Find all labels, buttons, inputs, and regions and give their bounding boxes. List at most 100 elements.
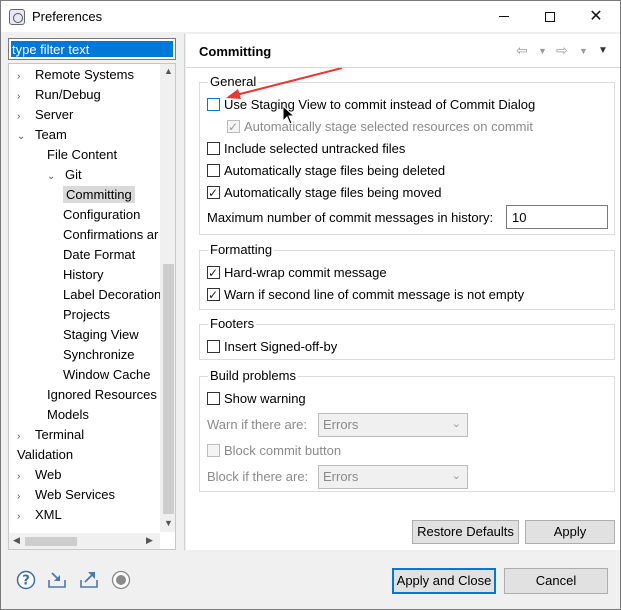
scroll-down-icon[interactable]: ▼ bbox=[164, 518, 173, 528]
restore-defaults-button[interactable]: Restore Defaults bbox=[412, 520, 519, 544]
chevron-right-icon[interactable]: › bbox=[17, 487, 27, 507]
import-icon[interactable] bbox=[47, 570, 67, 590]
hard-wrap-checkbox[interactable] bbox=[207, 263, 220, 283]
signed-off-label: Insert Signed-off-by bbox=[224, 339, 338, 354]
show-warning-checkbox[interactable] bbox=[207, 392, 220, 405]
tree-item[interactable]: Projects bbox=[63, 305, 110, 325]
tree-item-label: Staging View bbox=[63, 327, 139, 342]
warn-level-value: Errors bbox=[323, 417, 359, 432]
include-untracked-label: Include selected untracked files bbox=[224, 141, 406, 156]
svg-text:?: ? bbox=[22, 574, 30, 589]
chevron-right-icon[interactable]: › bbox=[17, 467, 27, 487]
annotation-arrow bbox=[226, 68, 343, 99]
scroll-left-icon[interactable]: ◀ bbox=[13, 535, 20, 546]
back-menu-chevron-icon[interactable]: ▼ bbox=[538, 46, 547, 56]
close-button[interactable]: ✕ bbox=[573, 1, 619, 32]
back-arrow-icon[interactable]: ⇦ bbox=[516, 42, 528, 59]
tree-item[interactable]: Label Decoration bbox=[63, 285, 161, 305]
tree-item-label: Terminal bbox=[35, 427, 85, 442]
tree-item-label: Configuration bbox=[63, 207, 141, 222]
tree-item-label: Team bbox=[35, 127, 67, 142]
hard-wrap-label: Hard-wrap commit message bbox=[224, 265, 387, 280]
forward-menu-chevron-icon[interactable]: ▼ bbox=[579, 46, 588, 56]
tree-item[interactable]: Validation bbox=[17, 445, 73, 465]
tree-item[interactable]: History bbox=[63, 265, 103, 285]
tree-item[interactable]: Models bbox=[47, 405, 89, 425]
tree-vertical-scrollbar[interactable]: ▲ ▼ bbox=[160, 64, 175, 532]
tree-item[interactable]: ⌄ Team bbox=[17, 125, 67, 145]
chevron-right-icon[interactable]: › bbox=[17, 427, 27, 447]
chevron-right-icon[interactable]: › bbox=[17, 507, 27, 527]
horizontal-scroll-thumb[interactable] bbox=[25, 537, 77, 546]
help-icon[interactable]: ? bbox=[16, 570, 36, 590]
vertical-scroll-thumb[interactable] bbox=[163, 264, 174, 514]
minimize-button[interactable] bbox=[481, 1, 527, 32]
build-problems-group: Build problems Show warning Warn if ther… bbox=[199, 368, 615, 492]
tree-item[interactable]: Confirmations ar bbox=[63, 225, 158, 245]
scroll-up-icon[interactable]: ▲ bbox=[164, 66, 173, 76]
signed-off-option[interactable]: Insert Signed-off-by bbox=[207, 337, 337, 357]
auto-stage-deleted-option[interactable]: Automatically stage files being deleted bbox=[207, 161, 445, 181]
tree-item[interactable]: ⌄ Git bbox=[47, 165, 82, 185]
warn-if-label: Warn if there are: bbox=[207, 417, 307, 432]
tree-item[interactable]: Window Cache bbox=[63, 365, 150, 385]
tree-item[interactable]: Staging View bbox=[63, 325, 139, 345]
tree-item[interactable]: Date Format bbox=[63, 245, 135, 265]
tree-item[interactable]: › Terminal bbox=[17, 425, 84, 445]
tree-item[interactable]: › XML bbox=[17, 505, 62, 525]
tree-item-label: Remote Systems bbox=[35, 67, 134, 82]
tree-item[interactable]: Ignored Resources bbox=[47, 385, 157, 405]
block-commit-label: Block commit button bbox=[224, 443, 342, 458]
hard-wrap-option[interactable]: Hard-wrap commit message bbox=[207, 263, 387, 283]
chevron-down-icon[interactable]: ⌄ bbox=[17, 127, 27, 147]
tree-item-label: Synchronize bbox=[63, 347, 135, 362]
show-warning-option[interactable]: Show warning bbox=[207, 389, 306, 409]
tree-item-label: Date Format bbox=[63, 247, 136, 262]
preferences-window: Preferences ✕ ›Remote Systems›Run/Debug›… bbox=[0, 0, 621, 610]
chevron-right-icon[interactable]: › bbox=[17, 87, 27, 107]
chevron-right-icon[interactable]: › bbox=[17, 107, 27, 127]
tree-item[interactable]: › Server bbox=[17, 105, 73, 125]
max-messages-input[interactable] bbox=[506, 205, 608, 229]
page-header: Committing ⇦ ▼ ⇨ ▼ ▼ bbox=[186, 34, 620, 68]
warn-level-select: Errors ⌄ bbox=[318, 413, 468, 437]
auto-stage-moved-label: Automatically stage files being moved bbox=[224, 185, 442, 200]
include-untracked-checkbox[interactable] bbox=[207, 142, 220, 155]
tree-horizontal-scrollbar[interactable]: ◀ ▶ bbox=[9, 533, 160, 549]
preference-page-content: General Use Staging View to commit inste… bbox=[186, 68, 620, 550]
minimize-icon bbox=[499, 16, 509, 18]
tree-item[interactable]: Committing bbox=[63, 185, 135, 205]
chevron-down-icon[interactable]: ⌄ bbox=[47, 167, 57, 187]
auto-stage-moved-option[interactable]: Automatically stage files being moved bbox=[207, 183, 442, 203]
apply-button[interactable]: Apply bbox=[525, 520, 615, 544]
warn-second-line-option[interactable]: Warn if second line of commit message is… bbox=[207, 285, 524, 305]
maximize-icon bbox=[545, 11, 555, 22]
tree-item[interactable]: File Content bbox=[47, 145, 117, 165]
tree-item[interactable]: › Web bbox=[17, 465, 62, 485]
scroll-right-icon[interactable]: ▶ bbox=[146, 535, 153, 546]
chevron-right-icon[interactable]: › bbox=[17, 67, 27, 87]
auto-stage-deleted-checkbox[interactable] bbox=[207, 164, 220, 177]
export-icon[interactable] bbox=[79, 570, 99, 590]
tree-item-label: Confirmations ar bbox=[63, 227, 159, 242]
tree-item-label: Git bbox=[65, 167, 82, 182]
sash-divider[interactable] bbox=[184, 34, 185, 550]
view-menu-icon[interactable]: ▼ bbox=[598, 45, 608, 56]
record-icon[interactable] bbox=[111, 570, 131, 590]
apply-and-close-button[interactable]: Apply and Close bbox=[392, 568, 496, 594]
tree-item[interactable]: › Web Services bbox=[17, 485, 115, 505]
tree-item-label: Projects bbox=[63, 307, 110, 322]
show-warning-label: Show warning bbox=[224, 391, 306, 406]
cancel-button[interactable]: Cancel bbox=[504, 568, 608, 594]
include-untracked-option[interactable]: Include selected untracked files bbox=[207, 139, 405, 159]
tree-item[interactable]: › Run/Debug bbox=[17, 85, 101, 105]
tree-item[interactable]: Synchronize bbox=[63, 345, 135, 365]
filter-input[interactable] bbox=[11, 41, 173, 57]
signed-off-checkbox[interactable] bbox=[207, 340, 220, 353]
warn-second-line-checkbox[interactable] bbox=[207, 285, 220, 305]
tree-item[interactable]: › Remote Systems bbox=[17, 65, 134, 85]
tree-item[interactable]: Configuration bbox=[63, 205, 140, 225]
forward-arrow-icon[interactable]: ⇨ bbox=[556, 42, 568, 59]
auto-stage-moved-checkbox[interactable] bbox=[207, 183, 220, 203]
maximize-button[interactable] bbox=[527, 1, 573, 32]
